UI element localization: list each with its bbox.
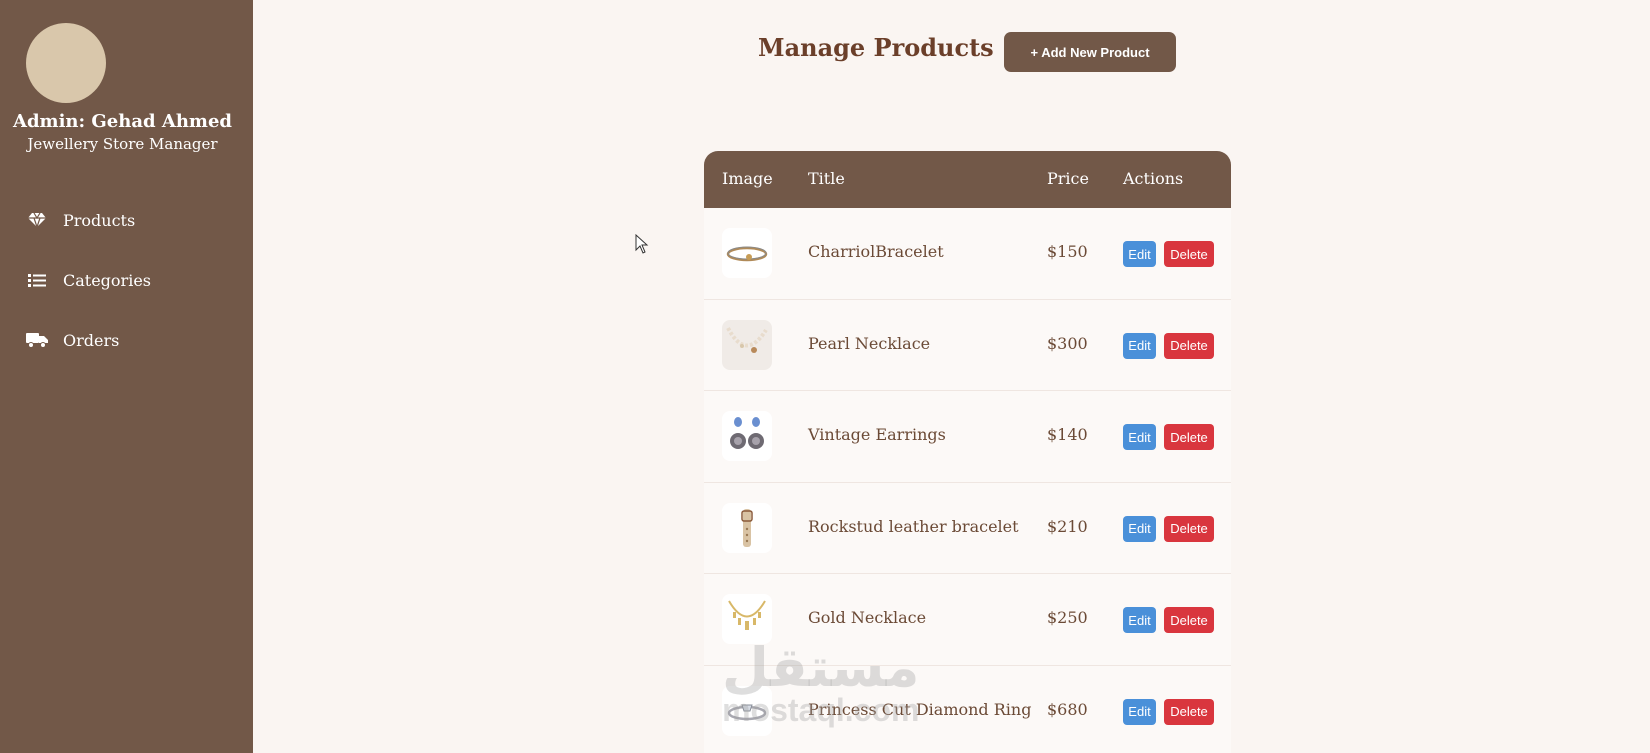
delete-button[interactable]: Delete xyxy=(1164,698,1214,725)
edit-button[interactable]: Edit xyxy=(1123,698,1156,725)
gold-necklace-icon xyxy=(722,594,772,644)
product-title: Rockstud leather bracelet xyxy=(808,516,1019,536)
delete-button[interactable]: Delete xyxy=(1164,424,1214,450)
product-price: $250 xyxy=(1047,608,1088,627)
admin-role: Jewellery Store Manager xyxy=(27,135,218,153)
table-row: Pearl Necklace $300 Edit Delete xyxy=(704,300,1231,391)
edit-button[interactable]: Edit xyxy=(1123,241,1156,267)
column-header-actions: Actions xyxy=(1123,169,1184,188)
sidebar-item-label: Orders xyxy=(63,330,120,350)
avatar xyxy=(26,23,106,103)
gem-icon xyxy=(26,209,48,231)
table-row: CharriolBracelet $150 Edit Delete xyxy=(704,208,1231,300)
product-title: Princess Cut Diamond Ring xyxy=(808,699,1032,719)
product-price: $140 xyxy=(1047,425,1088,444)
page-title: Manage Products xyxy=(758,33,994,62)
products-table: Image Title Price Actions CharriolBracel… xyxy=(704,151,1231,753)
sidebar-item-products[interactable]: Products xyxy=(26,205,135,235)
table-row: Vintage Earrings $140 Edit Delete xyxy=(704,391,1231,483)
table-header: Image Title Price Actions xyxy=(704,151,1231,208)
sidebar-item-categories[interactable]: Categories xyxy=(26,265,151,295)
delete-button[interactable]: Delete xyxy=(1164,332,1214,359)
truck-icon xyxy=(26,329,48,351)
sidebar: Admin: Gehad Ahmed Jewellery Store Manag… xyxy=(0,0,253,753)
pearl-necklace-icon xyxy=(722,319,772,370)
sidebar-item-orders[interactable]: Orders xyxy=(26,325,119,355)
delete-button[interactable]: Delete xyxy=(1164,515,1214,542)
admin-name: Admin: Gehad Ahmed xyxy=(13,111,232,132)
table-row: Rockstud leather bracelet $210 Edit Dele… xyxy=(704,483,1231,574)
product-price: $680 xyxy=(1047,699,1088,719)
bracelet-icon xyxy=(722,228,772,278)
column-header-price: Price xyxy=(1047,169,1089,188)
column-header-title: Title xyxy=(808,169,845,188)
column-header-image: Image xyxy=(722,169,773,188)
product-price: $150 xyxy=(1047,242,1088,261)
earrings-icon xyxy=(722,411,772,461)
product-title: Vintage Earrings xyxy=(808,425,946,444)
product-price: $210 xyxy=(1047,516,1088,536)
add-new-product-button[interactable]: + Add New Product xyxy=(1004,32,1176,72)
delete-button[interactable]: Delete xyxy=(1164,241,1214,267)
ring-icon xyxy=(722,685,772,736)
table-row: Gold Necklace $250 Edit Delete xyxy=(704,574,1231,666)
edit-button[interactable]: Edit xyxy=(1123,424,1156,450)
edit-button[interactable]: Edit xyxy=(1123,515,1156,542)
sidebar-item-label: Categories xyxy=(63,270,151,290)
delete-button[interactable]: Delete xyxy=(1164,607,1214,633)
table-row: Princess Cut Diamond Ring $680 Edit Dele… xyxy=(704,666,1231,753)
sidebar-item-label: Products xyxy=(63,210,136,230)
product-price: $300 xyxy=(1047,333,1088,353)
product-title: CharriolBracelet xyxy=(808,242,944,261)
mouse-cursor-icon xyxy=(635,233,649,258)
list-icon xyxy=(26,269,48,291)
product-title: Gold Necklace xyxy=(808,608,927,627)
edit-button[interactable]: Edit xyxy=(1123,332,1156,359)
product-title: Pearl Necklace xyxy=(808,333,931,353)
edit-button[interactable]: Edit xyxy=(1123,607,1156,633)
leather-bracelet-icon xyxy=(722,502,772,553)
